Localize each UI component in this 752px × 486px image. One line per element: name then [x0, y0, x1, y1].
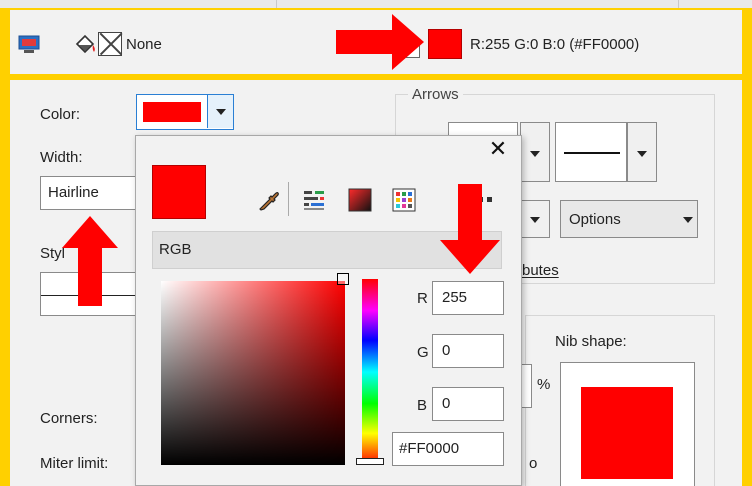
no-fill-icon [98, 32, 122, 56]
current-color-swatch [152, 165, 206, 219]
angle-label-fragment: o [529, 455, 538, 472]
nib-shape-preview[interactable] [560, 362, 695, 486]
color-model-label: RGB [159, 241, 192, 258]
line-arrow-box[interactable] [555, 122, 627, 182]
percent-label: % [537, 376, 551, 393]
toolbar-divider [288, 182, 289, 216]
width-value: Hairline [48, 184, 99, 201]
g-field[interactable]: 0 [432, 334, 504, 368]
hex-value: #FF0000 [399, 440, 460, 457]
arrows-group-title: Arrows [408, 86, 463, 103]
fill-bucket-icon[interactable] [74, 34, 96, 54]
color-palette-icon[interactable] [392, 188, 416, 212]
annotation-arrow-down [440, 184, 500, 274]
eyedropper-icon[interactable] [256, 188, 279, 211]
color-viewer-icon[interactable] [348, 188, 372, 212]
options-label: Options [569, 211, 621, 228]
tab-edge-right [678, 0, 752, 8]
stretch-field-edge[interactable] [522, 364, 532, 408]
r-label: R [417, 290, 428, 307]
outline-color-swatch[interactable] [428, 29, 462, 59]
chevron-down-icon [530, 217, 540, 223]
color-sliders-icon[interactable] [302, 188, 324, 210]
arrow-attr-dropdown[interactable] [520, 200, 550, 238]
g-label: G [417, 344, 429, 361]
chevron-down-icon [683, 217, 693, 223]
line-preview [564, 152, 620, 154]
annotation-arrow-right [336, 14, 424, 70]
color-dropdown-arrow[interactable] [207, 95, 233, 128]
monitor-icon[interactable] [18, 35, 40, 53]
r-value: 255 [442, 289, 468, 306]
attributes-label[interactable]: butes [522, 262, 559, 279]
width-field[interactable]: Hairline [40, 176, 146, 210]
nib-shape-label: Nib shape: [555, 333, 627, 350]
corners-label: Corners: [40, 410, 98, 427]
b-label: B [417, 397, 428, 414]
close-icon[interactable]: ✕ [486, 136, 510, 162]
color-dropdown[interactable] [136, 94, 234, 130]
saturation-value-picker[interactable] [161, 281, 345, 465]
miter-limit-label: Miter limit: [40, 455, 109, 472]
b-value: 0 [442, 395, 451, 412]
hue-slider[interactable] [362, 279, 378, 465]
color-picker-marker[interactable] [337, 273, 349, 285]
hex-field[interactable]: #FF0000 [392, 432, 504, 466]
fill-value-label: None [126, 35, 162, 53]
outline-color-text: R:255 G:0 B:0 (#FF0000) [470, 35, 640, 53]
outline-indicator[interactable]: R:255 G:0 B:0 (#FF0000) [406, 29, 639, 59]
chevron-down-icon [216, 109, 226, 115]
b-field[interactable]: 0 [432, 387, 504, 421]
nib-square [581, 387, 673, 479]
g-value: 0 [442, 342, 451, 359]
tab-edge [205, 0, 277, 8]
fill-indicator[interactable]: None [18, 32, 162, 56]
hue-slider-handle[interactable] [356, 458, 384, 465]
start-arrow-dropdown[interactable] [520, 122, 550, 182]
chevron-down-icon [637, 151, 647, 157]
top-strip [0, 0, 752, 8]
chevron-down-icon [530, 151, 540, 157]
options-dropdown[interactable]: Options [560, 200, 698, 238]
color-label: Color: [40, 106, 81, 123]
annotation-arrow-up [62, 216, 118, 306]
width-label: Width: [40, 149, 83, 166]
end-arrow-dropdown[interactable] [627, 122, 657, 182]
r-field[interactable]: 255 [432, 281, 504, 315]
color-dropdown-swatch [143, 102, 201, 122]
